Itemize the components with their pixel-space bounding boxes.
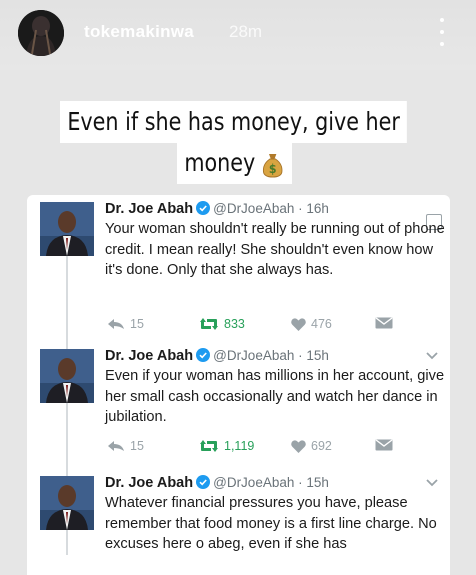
tweet-author-name[interactable]: Dr. Joe Abah [105, 348, 193, 364]
money-bag-icon: $ [262, 154, 283, 178]
tweet-text: Even if your woman has millions in her a… [105, 368, 445, 425]
retweet-button[interactable]: 1,119 [199, 439, 254, 453]
verified-badge-icon [196, 201, 211, 215]
story-time: 28m [229, 22, 263, 41]
tweet-handle[interactable]: @DrJoeAbah · 15h [213, 475, 329, 490]
like-button[interactable]: 692 [291, 439, 332, 453]
verified-badge-icon [196, 348, 211, 362]
dm-button[interactable] [375, 439, 393, 451]
dm-button[interactable] [375, 317, 393, 329]
tweet-header: Dr. Joe Abah @DrJoeAbah · 15h [105, 474, 329, 491]
tweet-header: Dr. Joe Abah @DrJoeAbah · 16h [105, 200, 329, 217]
tweet-actions: 15 1,119 692 [105, 439, 425, 459]
story-avatar[interactable] [18, 10, 64, 56]
retweet-button[interactable]: 833 [199, 317, 245, 331]
like-count: 692 [311, 439, 332, 453]
tweet-text: Your woman shouldn't really be running o… [105, 221, 445, 278]
retweet-icon [200, 440, 218, 452]
chevron-down-icon[interactable] [425, 478, 439, 488]
svg-text:$: $ [269, 162, 277, 177]
like-button[interactable]: 476 [291, 317, 332, 331]
story-username[interactable]: tokemakinwa [84, 22, 194, 42]
tweet-author-name[interactable]: Dr. Joe Abah [105, 201, 193, 217]
tweet-header: Dr. Joe Abah @DrJoeAbah · 15h [105, 347, 329, 364]
retweet-count: 833 [224, 317, 245, 331]
tweet-handle[interactable]: @DrJoeAbah · 15h [213, 348, 329, 363]
caption-line-2: money $ [177, 142, 293, 184]
tweet-text: Whatever financial pressures you have, p… [105, 495, 437, 552]
tweet-avatar[interactable] [40, 349, 94, 403]
story-header: tokemakinwa 28m [0, 0, 476, 70]
reply-button[interactable]: 15 [107, 439, 144, 453]
tweet-author-name[interactable]: Dr. Joe Abah [105, 475, 193, 491]
reply-arrow-icon [108, 441, 124, 451]
tweet-actions: 15 833 476 [105, 317, 425, 337]
reply-count: 15 [130, 317, 144, 331]
verified-badge-icon [196, 475, 211, 489]
envelope-icon [375, 317, 393, 329]
vertical-dots-icon[interactable] [434, 18, 450, 46]
envelope-icon [375, 439, 393, 451]
tweet-handle[interactable]: @DrJoeAbah · 16h [213, 201, 329, 216]
caption-line-1: Even if she has money, give her [60, 101, 408, 143]
reply-count: 15 [130, 439, 144, 453]
caption-money-text: money [184, 148, 256, 177]
retweet-icon [200, 318, 218, 330]
tweet-avatar[interactable] [40, 476, 94, 530]
heart-icon [291, 439, 306, 453]
reply-button[interactable]: 15 [107, 317, 144, 331]
retweet-count: 1,119 [224, 439, 255, 453]
reply-arrow-icon [108, 319, 124, 329]
tweet-avatar[interactable] [40, 202, 94, 256]
tweet-screenshot: Dr. Joe Abah @DrJoeAbah · 16h Your woman … [27, 195, 450, 575]
chevron-down-icon[interactable] [425, 351, 439, 361]
heart-icon [291, 317, 306, 331]
like-count: 476 [311, 317, 332, 331]
